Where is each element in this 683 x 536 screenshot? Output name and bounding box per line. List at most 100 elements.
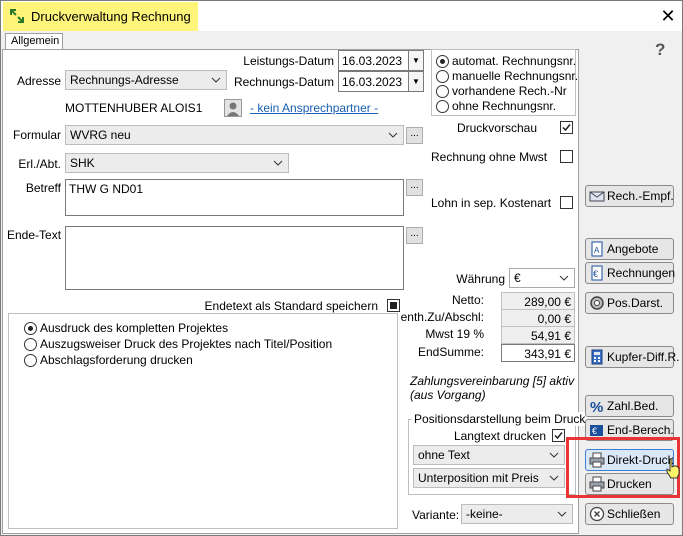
endetext-dots-button[interactable]: ... — [406, 227, 423, 244]
checkmark-icon — [554, 432, 563, 440]
direkt-druck-button[interactable]: Direkt-Druck — [585, 449, 674, 471]
lohn-checkbox[interactable] — [560, 196, 573, 209]
langtext-checkbox[interactable] — [552, 429, 565, 442]
endetext-save-label: Endetext als Standard speichern — [204, 299, 378, 313]
date-dropdown-icon[interactable]: ▼ — [408, 51, 423, 70]
lohn-label: Lohn in sep. Kostenart — [431, 196, 552, 210]
angebote-label: Angebote — [607, 242, 659, 256]
rechnungen-button[interactable]: € Rechnungen — [585, 262, 676, 284]
radio-auszugsweise[interactable] — [24, 338, 37, 351]
ohne-mwst-label: Rechnung ohne Mwst — [431, 150, 548, 164]
zahl-bed-button[interactable]: % Zahl.Bed. — [585, 395, 674, 417]
rechnungs-datum-value: 16.03.2023 — [342, 75, 403, 89]
payment-note-line1: Zahlungsvereinbarung [5] aktiv — [410, 374, 575, 388]
calculator-icon — [591, 349, 603, 365]
text-mode-select[interactable]: ohne Text — [413, 445, 565, 465]
gear-icon — [590, 296, 604, 310]
euro-icon: € — [590, 425, 603, 436]
svg-text:A: A — [594, 246, 600, 255]
person-icon[interactable] — [224, 99, 242, 117]
endetext-save-checkbox[interactable] — [387, 299, 400, 312]
chevron-down-icon — [557, 511, 567, 517]
drucken-button[interactable]: Drucken — [585, 473, 674, 495]
endsumme-value: 343,91 € — [501, 344, 575, 362]
svg-text:%: % — [590, 399, 603, 414]
radio-abschlag[interactable] — [24, 354, 37, 367]
formular-select[interactable]: WVRG neu — [65, 125, 404, 145]
kupfer-diff-label: Kupfer-Diff.R. — [607, 350, 680, 364]
formular-label: Formular — [12, 128, 61, 142]
date-dropdown-icon[interactable]: ▼ — [408, 72, 423, 91]
druckvorschau-checkbox[interactable] — [560, 121, 573, 134]
end-berech-label: End-Berech. — [607, 423, 674, 437]
title-bar: Druckverwaltung Rechnung ✕ — [1, 1, 682, 31]
zuabschl-value: 0,00 € — [501, 309, 575, 327]
radio-ohne-label: ohne Rechnungsnr. — [452, 99, 557, 113]
netto-value: 289,00 € — [501, 292, 575, 310]
printer-icon — [589, 476, 605, 492]
radio-komplett[interactable] — [24, 322, 37, 335]
customer-name: MOTTENHUBER ALOIS1 — [65, 101, 203, 115]
zahl-bed-label: Zahl.Bed. — [607, 399, 659, 413]
adresse-value: Rechnungs-Adresse — [70, 73, 179, 87]
variante-select[interactable]: -keine- — [461, 504, 573, 524]
envelope-icon — [589, 191, 605, 202]
rech-empf-button[interactable]: Rech.-Empf. — [585, 185, 674, 207]
chevron-down-icon — [549, 452, 559, 458]
adresse-label: Adresse — [16, 74, 61, 88]
hand-cursor-icon — [666, 458, 680, 479]
formular-dots-button[interactable]: ... — [406, 127, 423, 144]
position-display-label: Positionsdarstellung beim Druck — [412, 412, 588, 426]
endsumme-label: EndSumme: — [417, 345, 484, 359]
erl-abt-label: Erl./Abt. — [18, 157, 61, 171]
radio-ohne[interactable] — [436, 100, 449, 113]
svg-text:€: € — [593, 269, 598, 279]
printer-icon — [589, 452, 605, 468]
schliessen-button[interactable]: Schließen — [585, 503, 674, 525]
rechnungs-datum-field[interactable]: 16.03.2023 ▼ — [338, 71, 424, 92]
app-icon — [10, 9, 24, 23]
zuabschl-label: enth.Zu/Abschl: — [400, 310, 484, 324]
endetext-field[interactable] — [65, 226, 404, 290]
chevron-down-icon — [549, 475, 559, 481]
help-icon[interactable]: ? — [655, 40, 665, 60]
kupfer-diff-button[interactable]: Kupfer-Diff.R. — [585, 346, 679, 368]
leistungs-datum-field[interactable]: 16.03.2023 ▼ — [338, 50, 424, 71]
langtext-label: Langtext drucken — [453, 429, 546, 443]
radio-komplett-label: Ausdruck des kompletten Projektes — [40, 321, 229, 335]
betreff-field[interactable]: THW G ND01 — [65, 179, 404, 216]
filled-square-icon — [390, 302, 397, 309]
betreff-dots-button[interactable]: ... — [406, 179, 423, 196]
erl-abt-select[interactable]: SHK — [65, 153, 289, 173]
pos-darst-label: Pos.Darst. — [607, 296, 664, 310]
waehrung-select[interactable]: € — [509, 268, 575, 288]
end-berech-button[interactable]: € End-Berech. — [585, 419, 674, 441]
pos-darst-button[interactable]: Pos.Darst. — [585, 292, 674, 314]
radio-vorhandene[interactable] — [436, 85, 449, 98]
variante-label: Variante: — [412, 508, 460, 522]
direkt-druck-label: Direkt-Druck — [607, 453, 674, 467]
rechnungen-label: Rechnungen — [607, 266, 676, 280]
rech-empf-label: Rech.-Empf. — [607, 189, 674, 203]
checkmark-icon — [562, 124, 571, 132]
chevron-down-icon — [211, 77, 221, 83]
document-icon: A — [591, 241, 603, 257]
close-circle-icon — [589, 506, 605, 522]
subposition-mode-select[interactable]: Unterposition mit Preis — [413, 468, 565, 488]
drucken-label: Drucken — [607, 477, 652, 491]
ohne-mwst-checkbox[interactable] — [560, 150, 573, 163]
radio-manuell[interactable] — [436, 70, 449, 83]
window-title: Druckverwaltung Rechnung — [31, 9, 191, 24]
waehrung-label: Währung — [456, 272, 505, 286]
contact-link[interactable]: - kein Ansprechpartner - — [250, 101, 378, 115]
erl-abt-value: SHK — [70, 156, 95, 170]
chevron-down-icon — [559, 275, 569, 281]
betreff-label: Betreff — [25, 181, 61, 195]
tab-allgemein[interactable]: Allgemein — [5, 33, 63, 50]
angebote-button[interactable]: A Angebote — [585, 238, 674, 260]
close-icon[interactable]: ✕ — [657, 5, 679, 27]
radio-automat[interactable] — [436, 55, 449, 68]
euro-document-icon: € — [591, 265, 603, 281]
adresse-select[interactable]: Rechnungs-Adresse — [65, 70, 227, 90]
payment-note-line2: (aus Vorgang) — [410, 388, 486, 402]
